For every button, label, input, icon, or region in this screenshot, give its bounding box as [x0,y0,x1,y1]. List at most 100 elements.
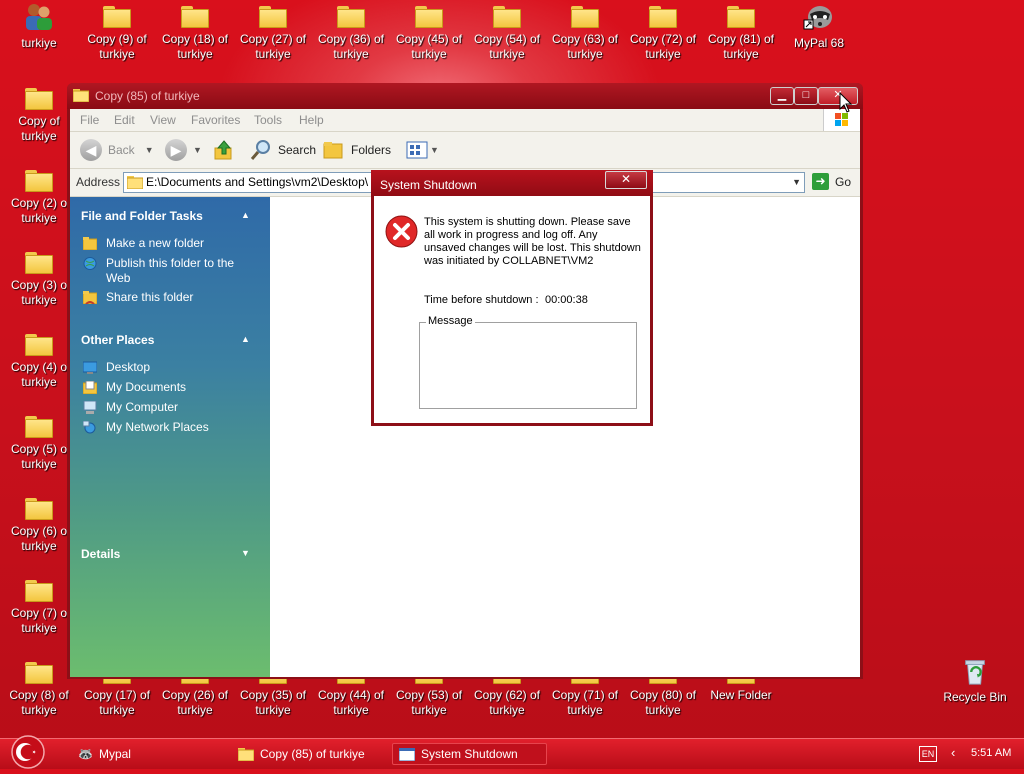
folder-icon [415,6,443,28]
search-button[interactable]: Search [250,138,316,162]
raccoon-icon: 🦝 [78,747,93,761]
clock[interactable]: 5:51 AM [971,747,1011,759]
desktop-icon-top-1[interactable]: Copy (9) of turkiye [78,2,156,62]
menu-file[interactable]: File [80,113,99,127]
folder-icon [127,176,143,189]
dialog-titlebar[interactable]: System Shutdown ✕ [371,170,653,196]
details-heading[interactable]: Details [81,547,120,561]
desktop-icon-label: Copy (8) of turkiye [9,688,69,717]
desktop-icon-label: MyPal 68 [793,36,845,50]
forward-button[interactable]: ▶ ▼ [165,138,202,162]
views-button[interactable]: ▼ [406,138,439,162]
recycle-bin-icon [965,660,985,685]
collapse-icon[interactable]: ▲ [241,334,250,344]
other-places-heading[interactable]: Other Places [81,333,154,347]
my-documents-icon [83,381,97,394]
desktop-icon-label: Copy (71) of turkiye [551,688,619,717]
up-folder-button[interactable] [213,138,235,162]
go-arrow-icon: ➜ [812,173,829,190]
desktop-icon-top-7[interactable]: Copy (63) of turkiye [546,2,624,62]
task-pane: File and Folder Tasks ▲ Make a new folde… [70,197,270,677]
up-folder-icon [214,140,232,160]
globe-icon [83,257,97,270]
desktop-icon-label: Copy (26) of turkiye [161,688,229,717]
desktop-icon-label: Copy (72) of turkiye [629,32,697,61]
desktop-icon-top-2[interactable]: Copy (18) of turkiye [156,2,234,62]
raccoon-shortcut-icon [803,6,832,30]
back-button[interactable]: ◀ Back ▼ [80,138,154,162]
folder-icon [25,334,53,356]
place-desktop-link[interactable]: Desktop [106,360,150,375]
place-my-network-places-link[interactable]: My Network Places [106,420,209,435]
recycle-bin-label: Recycle Bin [943,690,1007,704]
toolbar: ◀ Back ▼ ▶ ▼ Search Folders ▼ [70,132,860,169]
recycle-bin-shortcut[interactable]: Recycle Bin [936,656,1014,705]
task-explorer-label: Copy (85) of turkiye [260,747,365,761]
folder-icon [493,6,521,28]
back-label: Back [108,143,135,157]
taskbar: 🦝 Mypal Copy (85) of turkiye System Shut… [0,735,1024,769]
place-my-documents-link[interactable]: My Documents [106,380,186,395]
folder-icon [25,662,53,684]
menu-view[interactable]: View [150,113,176,127]
desktop-icon-top-3[interactable]: Copy (27) of turkiye [234,2,312,62]
menu-edit[interactable]: Edit [114,113,135,127]
maximize-button[interactable]: □ [794,87,818,105]
expand-icon[interactable]: ▼ [241,548,250,558]
desktop-icon-label: Copy (35) of turkiye [239,688,307,717]
make-new-folder-link[interactable]: Make a new folder [106,236,204,251]
desktop-icon-label: Copy (45) of turkiye [395,32,463,61]
desktop-icon-label: Copy (9) of turkiye [87,32,147,61]
search-label: Search [278,143,317,157]
window-icon [399,747,415,761]
system-tray: EN ‹ 5:51 AM [915,739,1024,769]
share-folder-link[interactable]: Share this folder [106,290,193,305]
folder-icon [238,747,254,761]
desktop-icon-label: New Folder [710,688,772,702]
time-before-shutdown-label: Time before shutdown : [424,294,539,306]
task-explorer[interactable]: Copy (85) of turkiye [232,743,382,765]
system-shutdown-dialog[interactable]: System Shutdown ✕ This system is shuttin… [371,170,653,426]
place-my-computer-link[interactable]: My Computer [106,400,178,415]
task-mypal[interactable]: 🦝 Mypal [72,743,222,765]
desktop-icon-top-0[interactable]: turkiye [0,2,78,51]
desktop-icon-label: Copy (27) of turkiye [239,32,307,61]
desktop-icon-top-6[interactable]: Copy (54) of turkiye [468,2,546,62]
desktop-icon-label: Copy (63) of turkiye [551,32,619,61]
go-button[interactable]: ➜ Go [812,173,851,190]
desktop-icon-top-5[interactable]: Copy (45) of turkiye [390,2,468,62]
language-indicator[interactable]: EN [919,746,937,762]
publish-folder-link[interactable]: Publish this folder to the Web [106,256,234,286]
file-folder-tasks-heading[interactable]: File and Folder Tasks [81,209,203,223]
menu-favorites[interactable]: Favorites [191,113,240,127]
task-mypal-label: Mypal [98,747,131,761]
folders-button[interactable]: Folders [323,138,391,162]
desktop-icon-top-9[interactable]: Copy (81) of turkiye [702,2,780,62]
task-system-shutdown-label: System Shutdown [421,747,518,761]
dialog-close-button[interactable]: ✕ [605,171,647,189]
folder-icon [259,6,287,28]
folder-icon [103,6,131,28]
desktop-icon-top-8[interactable]: Copy (72) of turkiye [624,2,702,62]
address-value: E:\Documents and Settings\vm2\Desktop\ [146,175,369,189]
collapse-icon[interactable]: ▲ [241,210,250,220]
folder-icon [649,6,677,28]
menu-help[interactable]: Help [299,113,324,127]
explorer-titlebar[interactable]: Copy (85) of turkiye ▁ □ ✕ [67,83,863,109]
minimize-button[interactable]: ▁ [770,87,794,105]
desktop-icon-label: Copy (62) of turkiye [473,688,541,717]
folder-icon [25,498,53,520]
menu-tools[interactable]: Tools [254,113,282,127]
folder-icon [337,6,365,28]
tray-expand-icon[interactable]: ‹ [951,745,955,760]
desktop-icon-top-10[interactable]: MyPal 68 [780,2,858,51]
start-button[interactable] [8,735,48,769]
desktop-icon-label: Copy (54) of turkiye [473,32,541,61]
views-grid-icon [406,141,428,159]
search-icon [250,140,270,160]
desktop-icon-top-4[interactable]: Copy (36) of turkiye [312,2,390,62]
desktop-icon-label: Copy (18) of turkiye [161,32,229,61]
task-system-shutdown[interactable]: System Shutdown [392,743,547,765]
explorer-title: Copy (85) of turkiye [95,89,200,103]
address-dropdown-icon[interactable]: ▼ [792,173,801,192]
